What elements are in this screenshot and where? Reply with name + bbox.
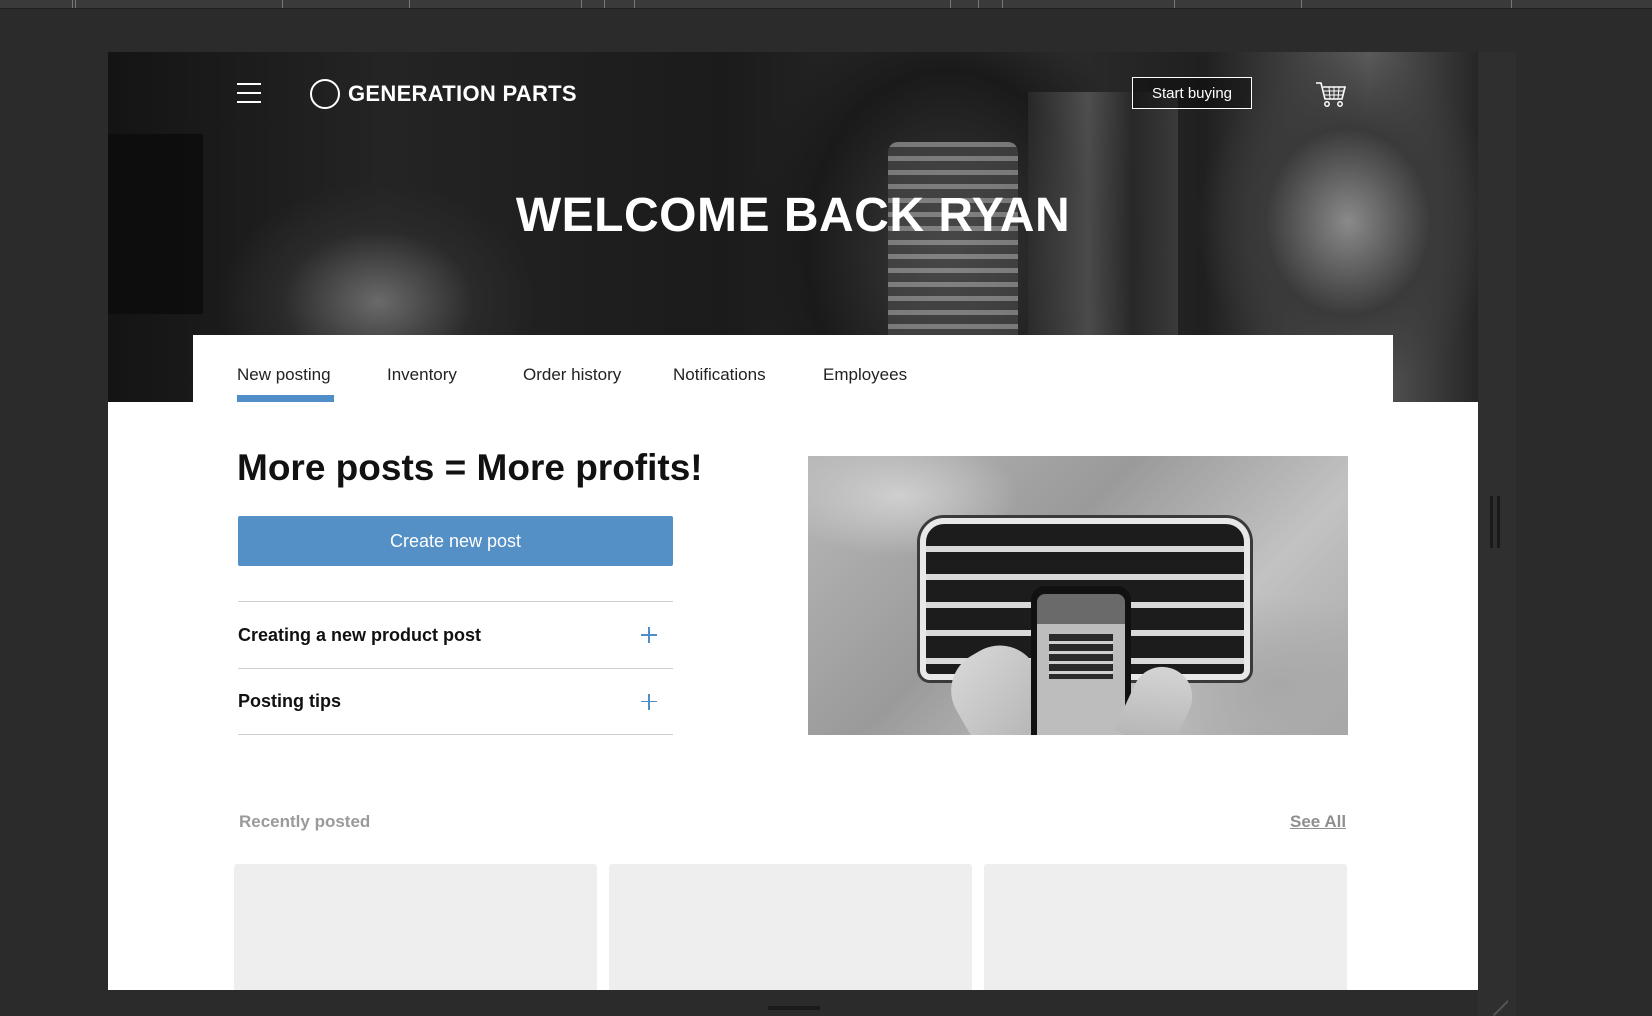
tab-notifications[interactable]: Notifications [673,335,766,402]
tab-order-history[interactable]: Order history [523,335,621,402]
recently-posted-heading: Recently posted [239,812,371,831]
photo-phone-screen [1037,594,1125,735]
recent-post-card[interactable] [234,864,597,990]
tab-bar: New posting Inventory Order history Noti… [193,335,1393,402]
corner-resize-icon[interactable] [1486,996,1508,1016]
section-headline: More posts = More profits! [237,447,703,488]
start-buying-button[interactable]: Start buying [1132,77,1252,109]
see-all-link[interactable]: See All [1290,812,1346,832]
tab-new-posting[interactable]: New posting [237,335,334,402]
shopping-cart-icon[interactable] [1315,80,1347,108]
scroll-grip-handle[interactable] [1490,496,1502,548]
recent-post-card[interactable] [609,864,972,990]
accordion-item-label: Posting tips [238,691,341,711]
welcome-title: WELCOME BACK RYAN [515,189,1071,242]
bottom-resize-handle[interactable] [768,1006,820,1010]
hamburger-menu-icon[interactable] [237,81,261,105]
help-accordion: Creating a new product post Posting tips [238,601,673,735]
feature-photo-grille [808,456,1348,735]
page-frame: GENERATION PARTS Start buying WELCOME BA… [108,52,1478,990]
circle-logo-icon [310,79,340,109]
top-ruler [0,0,1652,9]
accordion-item-new-product-post[interactable]: Creating a new product post [238,601,673,668]
tab-inventory[interactable]: Inventory [387,335,457,402]
accordion-item-label: Creating a new product post [238,624,482,645]
recent-post-card[interactable] [984,864,1347,990]
brand-name: GENERATION PARTS [348,81,577,106]
tab-employees[interactable]: Employees [823,335,907,402]
accordion-item-posting-tips[interactable]: Posting tips [238,668,673,735]
brand-logo[interactable]: GENERATION PARTS [310,79,577,109]
plus-icon[interactable] [641,627,657,643]
create-new-post-button[interactable]: Create new post [238,516,673,566]
photo-phone [1031,586,1131,735]
plus-icon[interactable] [641,693,657,710]
